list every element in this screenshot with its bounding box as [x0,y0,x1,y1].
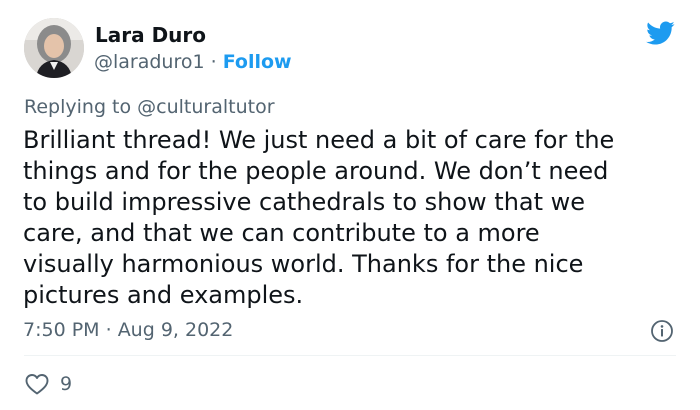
divider [24,355,676,356]
like-count: 9 [60,373,73,395]
tweet-date: Aug 9, 2022 [117,319,234,341]
tweet-text-line: Brilliant thread! We just need a bit of … [23,126,615,154]
reply-target-link[interactable]: @culturaltutor [137,96,274,118]
tweet-timestamp[interactable]: 7:50 PM · Aug 9, 2022 [23,318,233,342]
tweet-time: 7:50 PM [23,319,100,341]
tweet-text-line: things and for the people around. We don… [23,157,609,185]
info-icon[interactable] [650,319,674,343]
handle-separator: · [204,51,223,73]
avatar-image [24,18,84,78]
tweet-card: Lara Duro @laraduro1 · Follow Replying t… [0,0,700,410]
avatar[interactable] [24,18,84,78]
tweet-text-line: pictures and examples. [23,281,304,309]
user-handle[interactable]: @laraduro1 [94,51,205,73]
like-button[interactable]: 9 [24,370,72,398]
replying-prefix: Replying to [24,96,138,118]
handle-row: @laraduro1 · Follow [94,50,292,74]
twitter-bird-icon[interactable] [643,18,677,48]
date-separator: · [99,319,118,341]
tweet-text: Brilliant thread! We just need a bit of … [23,125,673,311]
tweet-text-line: to build impressive cathedrals to show t… [23,188,586,216]
tweet-text-line: care, and that we can contribute to a mo… [23,219,540,247]
heart-icon [25,374,49,395]
tweet-text-line: visually harmonious world. Thanks for th… [23,250,584,278]
follow-button[interactable]: Follow [223,51,292,73]
replying-to: Replying to @culturaltutor [24,95,275,119]
display-name[interactable]: Lara Duro [95,22,206,48]
